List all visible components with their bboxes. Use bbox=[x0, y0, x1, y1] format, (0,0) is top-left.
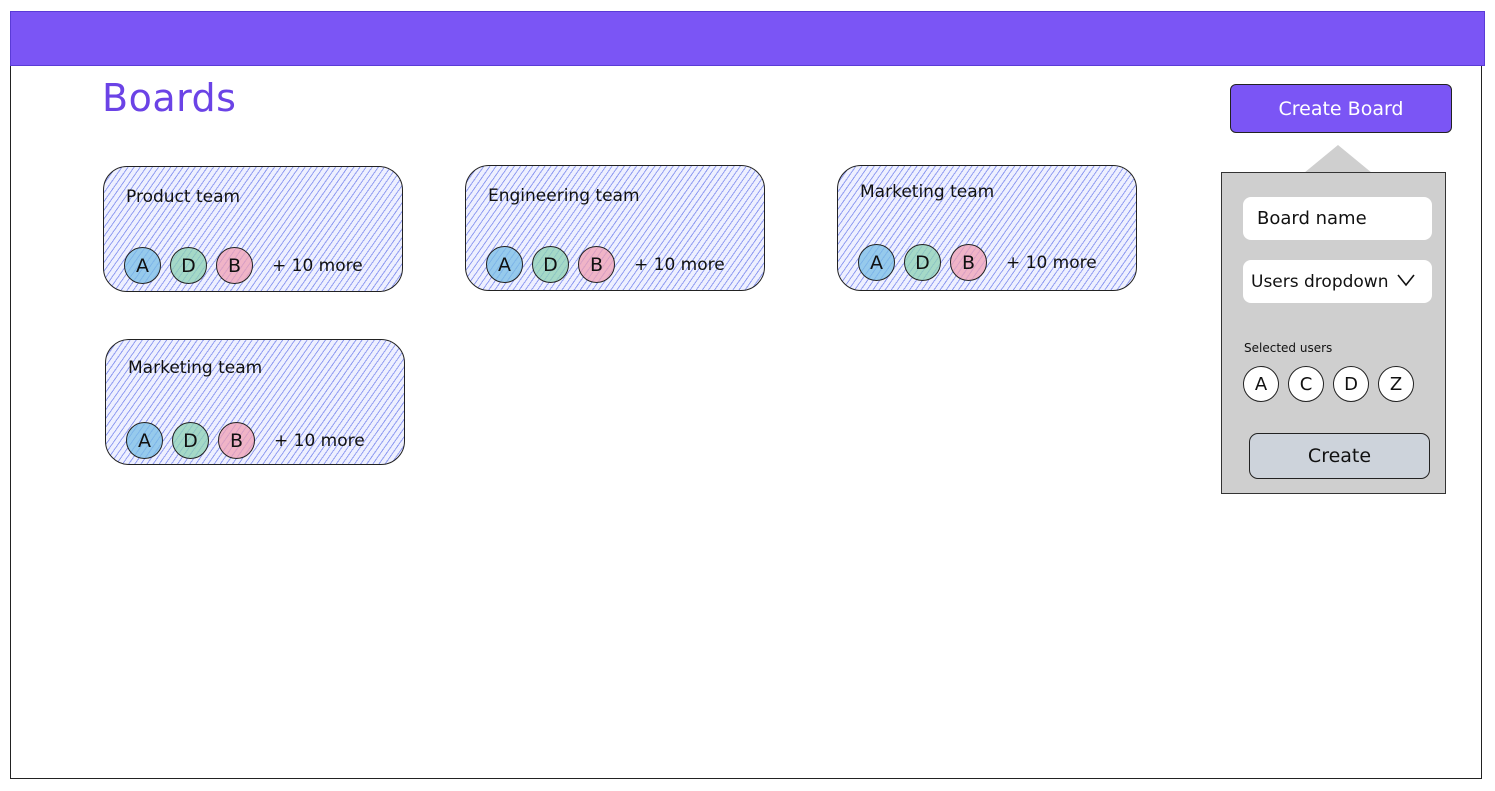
page-title: Boards bbox=[102, 76, 237, 120]
avatar: A bbox=[486, 246, 523, 283]
board-card[interactable]: Engineering team A D B + 10 more bbox=[465, 165, 765, 291]
board-title: Engineering team bbox=[488, 186, 640, 206]
top-navigation-bar bbox=[10, 11, 1485, 66]
avatar: D bbox=[532, 246, 569, 283]
selected-user-avatar[interactable]: C bbox=[1288, 366, 1324, 402]
popover-arrow bbox=[1304, 145, 1372, 173]
board-card[interactable]: Marketing team A D B + 10 more bbox=[105, 339, 405, 465]
create-board-button[interactable]: Create Board bbox=[1230, 84, 1452, 133]
chevron-down-icon bbox=[1396, 271, 1416, 292]
selected-users-list: A C D Z bbox=[1243, 366, 1423, 402]
create-button[interactable]: Create bbox=[1249, 433, 1430, 479]
board-title: Product team bbox=[126, 187, 241, 207]
avatar: B bbox=[218, 422, 255, 459]
selected-user-avatar[interactable]: Z bbox=[1378, 366, 1414, 402]
board-title: Marketing team bbox=[860, 182, 995, 202]
avatar: B bbox=[578, 246, 615, 283]
selected-users-label: Selected users bbox=[1244, 341, 1333, 355]
board-members: A D B + 10 more bbox=[858, 244, 1097, 281]
board-title: Marketing team bbox=[128, 358, 263, 378]
avatar: D bbox=[904, 244, 941, 281]
board-members: A D B + 10 more bbox=[486, 246, 725, 283]
selected-user-avatar[interactable]: A bbox=[1243, 366, 1279, 402]
more-members-label: + 10 more bbox=[272, 255, 363, 276]
selected-user-avatar[interactable]: D bbox=[1333, 366, 1369, 402]
create-board-popover: Board name Users dropdown Selected users… bbox=[1221, 172, 1446, 494]
more-members-label: + 10 more bbox=[1006, 252, 1097, 273]
avatar: A bbox=[858, 244, 895, 281]
board-members: A D B + 10 more bbox=[126, 422, 365, 459]
board-name-input[interactable]: Board name bbox=[1243, 197, 1432, 240]
avatar: A bbox=[126, 422, 163, 459]
avatar: B bbox=[216, 247, 253, 284]
avatar: D bbox=[172, 422, 209, 459]
board-members: A D B + 10 more bbox=[124, 247, 363, 284]
users-dropdown-label: Users dropdown bbox=[1251, 271, 1389, 292]
avatar: A bbox=[124, 247, 161, 284]
avatar: D bbox=[170, 247, 207, 284]
more-members-label: + 10 more bbox=[634, 254, 725, 275]
avatar: B bbox=[950, 244, 987, 281]
users-dropdown[interactable]: Users dropdown bbox=[1243, 260, 1432, 303]
board-card[interactable]: Marketing team A D B + 10 more bbox=[837, 165, 1137, 291]
board-card[interactable]: Product team A D B + 10 more bbox=[103, 166, 403, 292]
more-members-label: + 10 more bbox=[274, 430, 365, 451]
